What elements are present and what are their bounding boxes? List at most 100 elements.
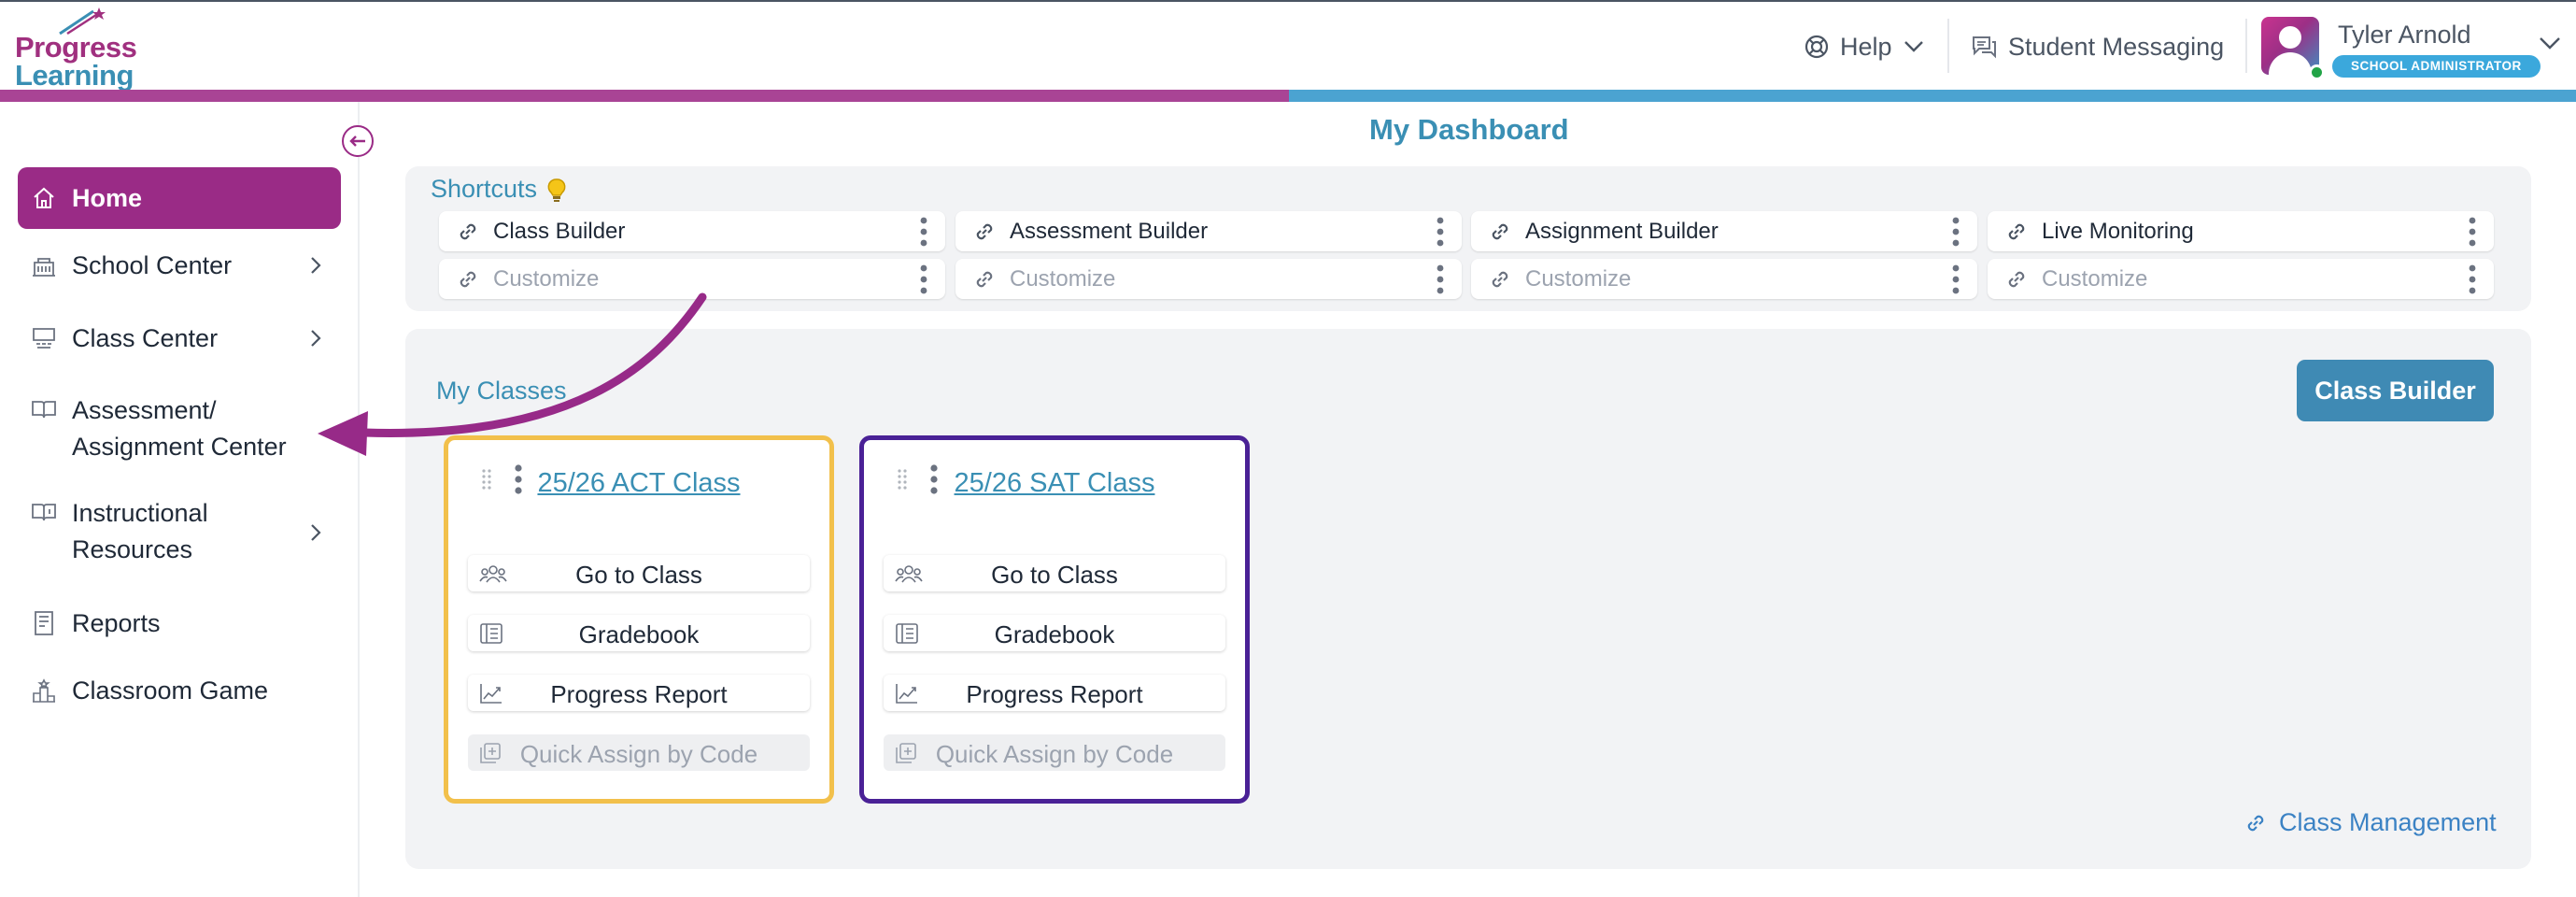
link-icon [976, 223, 993, 240]
class-builder-button[interactable]: Class Builder [2297, 360, 2494, 421]
book-open-icon [31, 396, 57, 422]
student-messaging-link[interactable]: Student Messaging [1971, 26, 2224, 67]
button-label: Go to Class [991, 561, 1118, 589]
shortcut-label: Assessment Builder [1010, 219, 1209, 244]
shortcut-customize-slot[interactable]: Customize [1471, 259, 1977, 299]
chevron-right-icon [311, 524, 321, 541]
podium-icon [31, 677, 57, 704]
role-badge: SCHOOL ADMINISTRATOR [2332, 55, 2541, 78]
progress-learning-logo[interactable]: Progress Learning [15, 6, 146, 90]
collapse-sidebar-button[interactable] [342, 125, 374, 157]
kebab-menu-icon[interactable] [1436, 263, 1445, 296]
link-icon [1492, 271, 1508, 288]
sidebar-item-label: School Center [72, 250, 233, 279]
sidebar-item-label: Home [72, 183, 143, 212]
sidebar-item-assessment-assignment-center[interactable]: Assessment/ Assignment Center [18, 392, 341, 467]
shortcut-class-builder[interactable]: Class Builder [439, 211, 945, 251]
header-divider [2245, 19, 2247, 73]
kebab-menu-icon[interactable] [919, 263, 928, 296]
class-card-act: 25/26 ACT Class Go to Class Gradebook Pr… [444, 435, 834, 804]
sidebar-item-class-center[interactable]: Class Center [18, 320, 341, 357]
chat-icon [1973, 36, 1996, 59]
sidebar-item-label-line1: Assessment/ [72, 396, 217, 424]
shortcut-live-monitoring[interactable]: Live Monitoring [1988, 211, 2494, 251]
class-name-link[interactable]: 25/26 SAT Class [864, 468, 1245, 499]
sidebar-item-reports[interactable]: Reports [18, 605, 341, 642]
top-header: Progress Learning Help Student Messaging… [0, 2, 2576, 90]
shortcut-assessment-builder[interactable]: Assessment Builder [955, 211, 1462, 251]
button-label: Gradebook [578, 620, 700, 648]
link-icon [2008, 271, 2025, 288]
kebab-menu-icon[interactable] [2468, 263, 2477, 296]
report-icon [31, 610, 57, 636]
user-menu-chevron-icon[interactable] [2539, 36, 2561, 50]
home-icon [31, 185, 57, 211]
header-divider [1947, 19, 1949, 73]
link-icon [460, 223, 476, 240]
logo-word-progress: Progress [15, 31, 137, 64]
progress-report-button[interactable]: Progress Report [468, 675, 810, 711]
link-icon [976, 271, 993, 288]
brand-stripe-right [1289, 90, 2576, 102]
kebab-menu-icon[interactable] [1436, 215, 1445, 249]
quick-assign-by-code-button[interactable]: Quick Assign by Code [468, 734, 810, 771]
link-icon [2008, 223, 2025, 240]
button-label: Quick Assign by Code [935, 740, 1174, 768]
shortcuts-title: Shortcuts [431, 175, 538, 203]
shortcut-label: Customize [1525, 266, 1632, 292]
sidebar-item-label-line1: Instructional [72, 499, 208, 527]
help-menu[interactable]: Help [1805, 26, 1924, 67]
arrow-left-icon [349, 135, 365, 147]
sidebar-item-label: Classroom Game [72, 676, 269, 705]
sidebar-item-label-line2: Assignment Center [72, 433, 287, 461]
sidebar-item-label-line2: Resources [72, 535, 193, 563]
go-to-class-button[interactable]: Go to Class [884, 555, 1225, 591]
my-classes-title: My Classes [436, 377, 567, 405]
quick-assign-by-code-button[interactable]: Quick Assign by Code [884, 734, 1225, 771]
class-name-link[interactable]: 25/26 ACT Class [448, 468, 829, 499]
progress-report-button[interactable]: Progress Report [884, 675, 1225, 711]
chevron-right-icon [311, 330, 321, 347]
link-icon [460, 271, 476, 288]
shortcut-assignment-builder[interactable]: Assignment Builder [1471, 211, 1977, 251]
class-card-sat: 25/26 SAT Class Go to Class Gradebook Pr… [859, 435, 1250, 804]
sidebar-item-school-center[interactable]: School Center [18, 247, 341, 284]
lightbulb-icon[interactable] [546, 178, 567, 204]
student-messaging-label: Student Messaging [2008, 32, 2225, 61]
shortcut-customize-slot[interactable]: Customize [955, 259, 1462, 299]
chevron-right-icon [311, 257, 321, 274]
sidebar-item-classroom-game[interactable]: Classroom Game [18, 672, 341, 709]
logo-word-learning: Learning [15, 59, 134, 92]
shortcut-label: Assignment Builder [1525, 219, 1719, 244]
shortcut-customize-slot[interactable]: Customize [1988, 259, 2494, 299]
button-label: Quick Assign by Code [519, 740, 758, 768]
shortcut-label: Live Monitoring [2042, 219, 2194, 244]
sidebar-item-instructional-resources[interactable]: Instructional Resources [18, 495, 341, 570]
user-name[interactable]: Tyler Arnold [2338, 21, 2471, 50]
sidebar-item-home[interactable]: Home [18, 167, 341, 229]
help-label: Help [1840, 32, 1892, 61]
sidebar-item-label: Reports [72, 608, 161, 637]
class-management-label: Class Management [2279, 808, 2497, 836]
kebab-menu-icon[interactable] [2468, 215, 2477, 249]
gradebook-button[interactable]: Gradebook [884, 615, 1225, 651]
gradebook-button[interactable]: Gradebook [468, 615, 810, 651]
button-label: Progress Report [966, 680, 1143, 708]
class-management-link[interactable]: Class Management [2243, 808, 2497, 837]
go-to-class-button[interactable]: Go to Class [468, 555, 810, 591]
lifebuoy-icon [1805, 35, 1829, 59]
book-info-icon [31, 499, 57, 525]
button-label: Progress Report [550, 680, 728, 708]
shortcut-label: Class Builder [493, 219, 626, 244]
kebab-menu-icon[interactable] [1951, 215, 1960, 249]
kebab-menu-icon[interactable] [1951, 263, 1960, 296]
avatar-body [2269, 52, 2312, 75]
shortcut-customize-slot[interactable]: Customize [439, 259, 945, 299]
link-icon [2247, 815, 2264, 831]
button-label: Gradebook [994, 620, 1115, 648]
online-status-dot [2309, 64, 2325, 80]
shortcut-label: Customize [2042, 266, 2148, 292]
page-title: My Dashboard [1369, 113, 1569, 146]
kebab-menu-icon[interactable] [919, 215, 928, 249]
classroom-icon [31, 325, 57, 351]
